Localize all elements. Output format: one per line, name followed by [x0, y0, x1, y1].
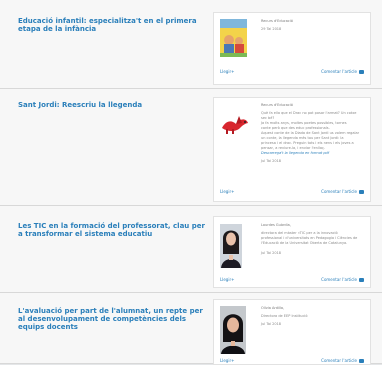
comment-link[interactable]: Comentar l'article: [321, 69, 364, 74]
post-row: L'avaluació per part de l'alumnat, un re…: [0, 293, 382, 365]
author-photo[interactable]: [220, 306, 246, 354]
post-row: Educació infantil: especialitza't en el …: [0, 0, 382, 89]
post-card: Olívia Ardilla, Directora de EEP Institu…: [213, 299, 371, 365]
book-cover-thumbnail[interactable]: [220, 19, 247, 57]
comment-link[interactable]: Comentar l'article: [321, 277, 364, 282]
dragon-illustration[interactable]: [220, 114, 250, 136]
post-date: Jul Tai 2018: [261, 251, 282, 255]
post-title[interactable]: Educació infantil: especialitza't en el …: [18, 17, 208, 33]
post-title[interactable]: L'avaluació per part de l'alumnat, un re…: [18, 307, 208, 331]
read-more-link[interactable]: Llegir+: [220, 189, 234, 194]
chat-icon: [359, 70, 364, 74]
post-row: Sant Jordi: Reescriu la llegenda Recurs …: [0, 89, 382, 206]
comment-link[interactable]: Comentar l'article: [321, 189, 364, 194]
post-date: 29 Tai 2018: [261, 27, 282, 31]
post-card: Recurs d'Educació Què fa ella que el Dra…: [213, 97, 371, 202]
read-more-link[interactable]: Llegir+: [220, 358, 234, 363]
post-card: Lourdes Guàrdia, directora del màster «T…: [213, 216, 371, 288]
comment-link[interactable]: Comentar l'article: [321, 358, 364, 363]
post-card: Recurs d'Educació 29 Tai 2018 Llegir+ Co…: [213, 12, 371, 85]
chat-icon: [359, 190, 364, 194]
author-photo[interactable]: [220, 224, 242, 268]
read-more-link[interactable]: Llegir+: [220, 69, 234, 74]
chat-icon: [359, 359, 364, 363]
post-date: Jul Tai 2018: [261, 322, 282, 326]
post-meta: Recurs d'Educació Què fa ella que el Dra…: [261, 103, 365, 164]
post-title[interactable]: Sant Jordi: Reescriu la llegenda: [18, 101, 208, 109]
post-row: Les TIC en la formació del professorat, …: [0, 206, 382, 293]
post-meta: Lourdes Guàrdia, directora del màster «T…: [261, 223, 365, 256]
post-date: Jul Tai 2018: [261, 159, 282, 163]
post-meta: Recurs d'Educació 29 Tai 2018: [261, 19, 365, 32]
post-title[interactable]: Les TIC en la formació del professorat, …: [18, 222, 208, 238]
post-meta: Olívia Ardilla, Directora de EEP Institu…: [261, 306, 365, 327]
chat-icon: [359, 278, 364, 282]
read-more-link[interactable]: Llegir+: [220, 277, 234, 282]
post-excerpt-line: Què fa ella que el Drac no pot posar l'a…: [261, 111, 357, 115]
